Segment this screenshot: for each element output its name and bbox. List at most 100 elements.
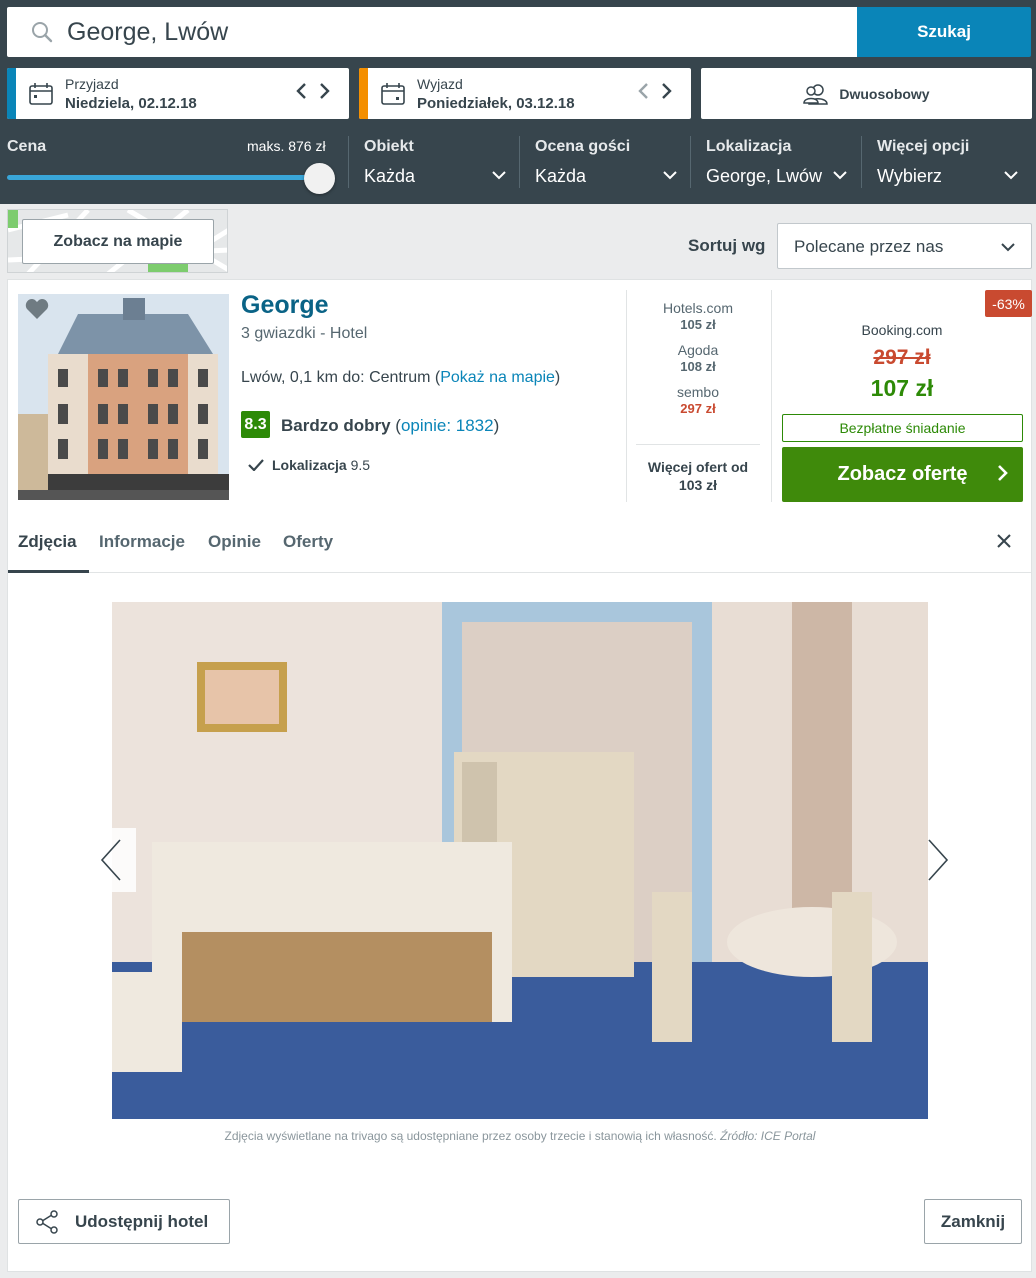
chevron-left-icon [100,839,121,881]
search-button[interactable]: Szukaj [857,7,1031,57]
partner-name: sembo [676,384,720,400]
reviews-link[interactable]: opinie: 1832 [401,416,494,435]
hotel-category: 3 gwiazdki - Hotel [241,325,368,342]
photo-source: Źródło: ICE Portal [720,1129,816,1143]
view-deal-label: Zobacz ofertę [837,463,968,485]
rating-label: Bardzo dobry [281,416,391,435]
reviews-close: ) [493,416,500,435]
rating-filter-value: Każda [535,166,587,186]
chevron-down-icon [1001,243,1015,252]
price-slider-track[interactable] [7,175,319,180]
room-type-selector[interactable]: Dwuosobowy [701,68,1032,119]
price-slider-handle[interactable] [303,163,335,194]
chevron-right-icon [998,465,1008,481]
chevron-right-icon [928,839,949,881]
location-filter-label: Lokalizacja [706,138,792,155]
chevron-down-icon [492,171,506,180]
hotel-photo[interactable] [18,294,229,500]
more-offers-link[interactable]: Więcej ofert od 103 zł [636,444,760,494]
next-date-icon[interactable] [319,82,331,100]
checkin-accent [7,68,16,119]
photo-disclaimer: Zdjęcia wyświetlane na trivago są udostę… [224,1129,721,1143]
checkin-date-picker[interactable]: Przyjazd Niedziela, 02.12.18 [7,68,349,119]
free-breakfast-badge: Bezpłatne śniadanie [782,414,1023,442]
close-button[interactable]: Zamknij [924,1199,1022,1244]
active-tab-indicator [8,570,89,573]
divider [771,290,772,502]
reviews-open: ( [390,416,401,435]
location-sub-rating: Lokalizacja 9.5 [248,457,370,473]
share-hotel-label: Udostępnij hotel [75,1211,209,1231]
search-input[interactable]: George, Lwów [7,7,857,57]
hotel-card: George 3 gwiazdki - Hotel Lwów, 0,1 km d… [7,279,1032,1272]
checkin-date: Niedziela, 02.12.18 [65,95,197,112]
tab-photos[interactable]: Zdjęcia [18,532,77,552]
heart-icon[interactable] [25,298,49,320]
more-options-label: Więcej opcji [877,138,970,155]
checkout-accent [359,68,368,119]
calendar-icon [29,83,53,105]
search-icon [32,22,53,43]
more-offers-label: Więcej ofert od [647,459,749,475]
rating-filter-label: Ocena gości [535,138,631,155]
more-options-filter[interactable]: Więcej opcji Wybierz [877,138,1018,187]
object-filter-value: Każda [364,166,416,186]
hotel-location: Lwów, 0,1 km do: Centrum (Pokaż na mapie… [241,369,560,387]
show-on-map-link[interactable]: Pokaż na mapie [440,369,555,386]
checkin-label: Przyjazd [65,76,119,92]
share-hotel-button[interactable]: Udostępnij hotel [18,1199,230,1244]
sub-rating-label: Lokalizacja [272,457,347,473]
filter-divider [690,136,691,188]
chevron-down-icon [663,171,677,180]
rating-score-badge: 8.3 [241,411,270,438]
discount-badge: -63% [985,290,1032,317]
other-price-item[interactable]: Hotels.com 105 zł [636,300,760,332]
chevron-down-icon [833,171,847,180]
tab-info[interactable]: Informacje [99,532,185,552]
object-filter-label: Obiekt [364,138,414,155]
prev-date-icon[interactable] [637,82,649,100]
detail-tabs: Zdjęcia Informacje Opinie Oferty [8,513,1031,573]
hotel-distance: Lwów, 0,1 km do: Centrum ( [241,369,441,386]
show-on-map-button[interactable]: Zobacz na mapie [22,219,214,264]
sort-select[interactable]: Polecane przez nas [777,223,1032,269]
tab-reviews[interactable]: Opinie [208,532,261,552]
tab-offers[interactable]: Oferty [283,532,333,552]
room-type-label: Dwuosobowy [839,85,930,102]
other-price-item[interactable]: sembo 297 zł [636,384,760,416]
object-filter[interactable]: Obiekt Każda [364,138,506,187]
photo-caption: Zdjęcia wyświetlane na trivago są udostę… [112,1129,928,1143]
previous-photo-button[interactable] [86,828,136,892]
share-icon [36,1209,58,1234]
hotel-name[interactable]: George [241,291,329,320]
other-prices-list: Hotels.com 105 zł Agoda 108 zł sembo 297… [636,300,760,426]
checkmark-icon [248,459,264,471]
partner-price: 297 zł [680,401,716,416]
hotel-location-close: ) [554,369,561,386]
location-filter-value: George, Lwów [706,166,823,186]
search-header: George, Lwów Szukaj Przyjazd Niedziela, … [0,0,1036,204]
search-value: George, Lwów [67,18,229,46]
deal-price[interactable]: 107 zł [782,375,1022,402]
rating-summary: Bardzo dobry (opinie: 1832) [281,416,499,436]
other-price-item[interactable]: Agoda 108 zł [636,342,760,374]
price-max: maks. 876 zł [247,138,326,154]
filter-divider [861,136,862,188]
photo-gallery-image [112,602,928,1119]
partner-price: 108 zł [680,359,716,374]
partner-price: 105 zł [680,317,716,332]
divider [626,290,627,502]
view-deal-button[interactable]: Zobacz ofertę [782,447,1023,502]
checkout-date: Poniedziałek, 03.12.18 [417,95,575,112]
next-photo-button[interactable] [913,828,963,892]
prev-date-icon[interactable] [295,82,307,100]
close-icon[interactable] [996,533,1012,549]
more-offers-price: 103 zł [678,477,718,493]
rating-filter[interactable]: Ocena gości Każda [535,138,677,187]
location-filter[interactable]: Lokalizacja George, Lwów [706,138,847,187]
partner-name: Hotels.com [662,300,734,316]
checkout-date-picker[interactable]: Wyjazd Poniedziałek, 03.12.18 [359,68,691,119]
checkout-label: Wyjazd [417,76,463,92]
deal-partner: Booking.com [861,322,943,338]
next-date-icon[interactable] [661,82,673,100]
